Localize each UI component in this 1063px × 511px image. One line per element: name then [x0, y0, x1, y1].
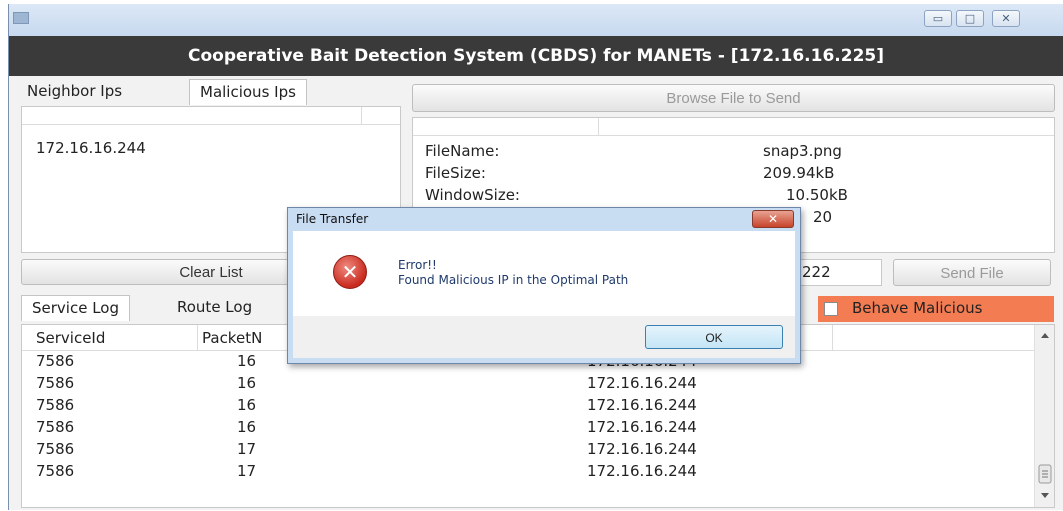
column-packet-number[interactable]: PacketN — [202, 329, 262, 347]
window-close-button[interactable]: ✕ — [992, 10, 1020, 27]
cell-ip: 172.16.16.244 — [587, 418, 697, 436]
vertical-scrollbar[interactable] — [1034, 325, 1054, 507]
cell-service-id: 7586 — [36, 462, 75, 480]
filename-value: snap3.png — [763, 142, 842, 160]
tab-service-log[interactable]: Service Log — [21, 295, 130, 321]
error-message: Found Malicious IP in the Optimal Path — [398, 273, 629, 287]
table-row[interactable]: 7586 17 172.16.16.244 — [22, 439, 1032, 461]
dialog-close-button[interactable]: ✕ — [752, 210, 794, 228]
dialog-footer: OK — [293, 316, 795, 358]
tab-route-log[interactable]: Route Log — [167, 295, 262, 321]
destination-ip-field[interactable]: 222 — [797, 259, 882, 286]
send-file-button[interactable]: Send File — [893, 259, 1051, 286]
filesize-value: 209.94kB — [763, 164, 835, 182]
app-title: Cooperative Bait Detection System (CBDS)… — [9, 36, 1063, 76]
cell-service-id: 7586 — [36, 418, 75, 436]
cell-ip: 172.16.16.244 — [587, 440, 697, 458]
tab-neighbor-ips[interactable]: Neighbor Ips — [17, 79, 132, 105]
cell-packet: 16 — [237, 374, 257, 392]
cell-service-id: 7586 — [36, 374, 75, 392]
filename-label: FileName: — [425, 142, 500, 160]
cell-packet: 16 — [237, 418, 257, 436]
windowsize-value: 10.50kB — [786, 186, 848, 204]
error-heading: Error!! — [398, 258, 437, 272]
windowsize-label: WindowSize: — [425, 186, 520, 204]
table-row[interactable]: 7586 16 172.16.16.244 — [22, 395, 1032, 417]
column-service-id[interactable]: ServiceId — [36, 329, 105, 347]
behave-malicious-toggle[interactable]: Behave Malicious — [818, 296, 1054, 322]
table-row[interactable]: 7586 16 172.16.16.244 — [22, 373, 1032, 395]
scrollbar-graphics — [1038, 333, 1052, 498]
scroll-down-arrow-icon — [1041, 493, 1049, 498]
cell-packet: 17 — [237, 462, 257, 480]
dialog-title: File Transfer — [296, 212, 369, 226]
cell-packet: 16 — [237, 352, 257, 370]
scroll-up-arrow-icon — [1041, 333, 1049, 338]
window-chrome: ▭ □ ✕ — [9, 4, 1063, 36]
minimize-button[interactable]: ▭ — [924, 10, 952, 27]
ip-list-header — [22, 107, 400, 125]
error-icon: ✕ — [333, 255, 367, 289]
cell-ip: 172.16.16.244 — [587, 374, 697, 392]
dialog-body: ✕ Error!! Found Malicious IP in the Opti… — [293, 231, 795, 316]
filesize-label: FileSize: — [425, 164, 486, 182]
table-row[interactable]: 7586 17 172.16.16.244 — [22, 461, 1032, 483]
packets-value: 20 — [813, 208, 833, 226]
file-info-header — [413, 118, 1054, 136]
tab-malicious-ips[interactable]: Malicious Ips — [189, 79, 307, 105]
file-transfer-dialog: File Transfer ✕ ✕ Error!! Found Maliciou… — [287, 207, 801, 364]
behave-malicious-checkbox[interactable] — [824, 302, 838, 316]
table-row[interactable]: 7586 16 172.16.16.244 — [22, 417, 1032, 439]
behave-malicious-label: Behave Malicious — [852, 299, 983, 317]
cell-ip: 172.16.16.244 — [587, 396, 697, 414]
cell-service-id: 7586 — [36, 396, 75, 414]
ok-button[interactable]: OK — [645, 325, 783, 349]
app-icon — [13, 12, 29, 24]
cell-ip: 172.16.16.244 — [587, 462, 697, 480]
cell-service-id: 7586 — [36, 440, 75, 458]
list-item[interactable]: 172.16.16.244 — [36, 139, 146, 157]
cell-service-id: 7586 — [36, 352, 75, 370]
maximize-button[interactable]: □ — [956, 10, 984, 27]
cell-packet: 17 — [237, 440, 257, 458]
browse-file-button[interactable]: Browse File to Send — [412, 84, 1055, 112]
cell-packet: 16 — [237, 396, 257, 414]
